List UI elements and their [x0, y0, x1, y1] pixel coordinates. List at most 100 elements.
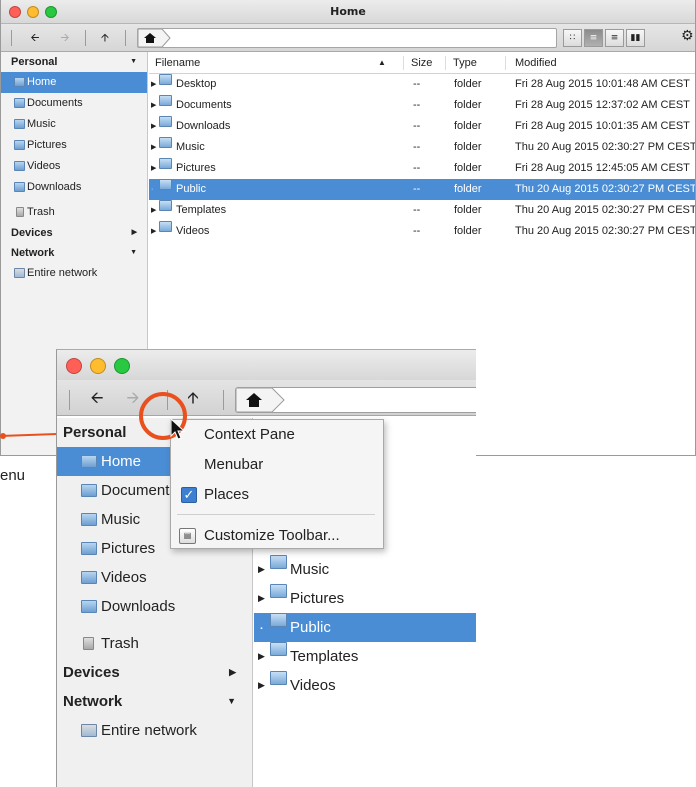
expander-icon[interactable]: ▶: [258, 642, 265, 671]
expander-icon[interactable]: ▶: [151, 116, 156, 137]
column-header: Filename ▲ Size Type Modified: [149, 52, 695, 74]
forward-button[interactable]: 🡪: [53, 28, 77, 48]
type-column-header[interactable]: Type: [453, 52, 477, 74]
home-folder-icon: [14, 77, 25, 87]
toolbar-context-menu: Context Pane Menubar ✓ Places ▤ Customiz…: [170, 419, 384, 549]
icon-view-button[interactable]: ∷: [563, 29, 582, 47]
table-row-selected[interactable]: · Public -- folder Thu 20 Aug 2015 02:30…: [149, 179, 695, 200]
sidebar-item-trash[interactable]: Trash: [57, 629, 252, 658]
path-bar[interactable]: [235, 387, 476, 413]
chevron-down-icon: ▼: [227, 696, 236, 706]
list-item[interactable]: ▶ Templates: [254, 642, 476, 671]
close-button[interactable]: [66, 358, 82, 374]
videos-folder-icon: [14, 161, 25, 171]
sidebar-item-documents[interactable]: Documents: [1, 93, 147, 114]
folder-icon: [270, 555, 287, 569]
folder-icon: [159, 158, 172, 169]
compact-view-button[interactable]: ≡: [605, 29, 624, 47]
table-row[interactable]: ▶ Templates -- folder Thu 20 Aug 2015 02…: [149, 200, 695, 221]
back-button[interactable]: 🡨: [85, 388, 109, 408]
close-button[interactable]: [9, 6, 21, 18]
sidebar-item-music[interactable]: Music: [1, 114, 147, 135]
home-crumb[interactable]: [236, 388, 286, 412]
checkbox-checked-icon[interactable]: ✓: [181, 487, 197, 503]
expander-icon[interactable]: ·: [151, 179, 153, 200]
size-column-header[interactable]: Size: [411, 52, 432, 74]
sidebar-item-pictures[interactable]: Pictures: [1, 135, 147, 156]
expander-icon[interactable]: ▶: [151, 158, 156, 179]
menu-item-customize-toolbar[interactable]: ▤ Customize Toolbar...: [171, 521, 383, 551]
column-view-button[interactable]: ▮▮: [626, 29, 645, 47]
maximize-button[interactable]: [114, 358, 130, 374]
sidebar-section-personal[interactable]: Personal ▼: [1, 52, 147, 72]
music-folder-icon: [81, 513, 97, 526]
expander-icon[interactable]: ▶: [151, 200, 156, 221]
sidebar-section-network[interactable]: Network ▼: [1, 243, 147, 263]
expander-icon[interactable]: ▶: [151, 95, 156, 116]
folder-icon: [159, 116, 172, 127]
mouse-cursor-icon: [170, 418, 186, 440]
sidebar-item-entire-network[interactable]: Entire network: [57, 716, 252, 745]
sidebar-item-home[interactable]: Home: [1, 72, 147, 93]
sidebar-item-downloads[interactable]: Downloads: [1, 177, 147, 198]
menu-item-context-pane[interactable]: Context Pane: [171, 420, 383, 450]
expander-icon[interactable]: ▶: [258, 555, 265, 584]
up-button[interactable]: 🡩: [93, 28, 117, 48]
expander-icon[interactable]: ▶: [151, 74, 156, 95]
back-arrow-icon: 🡨: [30, 31, 40, 44]
folder-icon: [270, 613, 287, 627]
menu-item-places[interactable]: ✓ Places: [171, 480, 383, 510]
list-item-selected[interactable]: · Public: [254, 613, 476, 642]
gear-icon[interactable]: ⚙: [681, 28, 694, 44]
sidebar-item-trash[interactable]: Trash: [1, 202, 147, 223]
list-item[interactable]: ▶ Pictures: [254, 584, 476, 613]
sidebar-item-videos[interactable]: Videos: [57, 563, 252, 592]
table-row[interactable]: ▶ Pictures -- folder Fri 28 Aug 2015 12:…: [149, 158, 695, 179]
home-folder-icon: [81, 455, 97, 468]
sidebar-item-videos[interactable]: Videos: [1, 156, 147, 177]
expander-icon[interactable]: ▶: [258, 671, 265, 700]
list-item[interactable]: ▶ Videos: [254, 671, 476, 700]
pictures-folder-icon: [14, 140, 25, 150]
toolbar: 🡨 🡪 🡩 ∷ ≡ ≡ ▮▮ ⚙: [1, 24, 695, 52]
table-row[interactable]: ▶ Downloads -- folder Fri 28 Aug 2015 10…: [149, 116, 695, 137]
path-bar[interactable]: [137, 28, 557, 48]
annotation-label: enu: [0, 467, 26, 484]
chevron-right-icon: ▶: [229, 667, 236, 677]
list-item[interactable]: ▶ Music: [254, 555, 476, 584]
back-button[interactable]: 🡨: [23, 28, 47, 48]
forward-arrow-icon: 🡪: [126, 388, 140, 407]
network-icon: [81, 724, 97, 737]
sidebar-item-entire-network[interactable]: Entire network: [1, 263, 147, 284]
chevron-down-icon: ▼: [130, 58, 137, 65]
expander-icon[interactable]: ▶: [151, 221, 156, 242]
modified-column-header[interactable]: Modified: [515, 52, 557, 74]
maximize-button[interactable]: [45, 6, 57, 18]
menu-item-menubar[interactable]: Menubar: [171, 450, 383, 480]
sidebar-section-devices[interactable]: Devices ▶: [57, 658, 252, 687]
table-row[interactable]: ▶ Videos -- folder Thu 20 Aug 2015 02:30…: [149, 221, 695, 242]
folder-icon: [159, 95, 172, 106]
table-row[interactable]: ▶ Documents -- folder Fri 28 Aug 2015 12…: [149, 95, 695, 116]
chevron-right-icon: ▶: [131, 229, 137, 236]
filename-column-header[interactable]: Filename: [155, 52, 200, 74]
minimize-button[interactable]: [27, 6, 39, 18]
up-arrow-icon: 🡩: [187, 388, 199, 407]
list-view-button[interactable]: ≡: [584, 29, 603, 47]
table-row[interactable]: ▶ Desktop -- folder Fri 28 Aug 2015 10:0…: [149, 74, 695, 95]
zoomed-window: 🡨 🡪 🡩 Personal Home Documents Music Pict…: [56, 349, 476, 787]
zoomed-title-bar: [57, 350, 476, 380]
music-folder-icon: [14, 119, 25, 129]
trash-icon: [16, 207, 24, 217]
expander-icon[interactable]: ▶: [151, 137, 156, 158]
sidebar-section-devices[interactable]: Devices ▶: [1, 223, 147, 243]
toolbar-divider: [85, 30, 86, 46]
chevron-down-icon: ▼: [130, 249, 137, 256]
sidebar-item-downloads[interactable]: Downloads: [57, 592, 252, 621]
minimize-button[interactable]: [90, 358, 106, 374]
home-crumb[interactable]: [138, 29, 172, 47]
expander-icon[interactable]: ▶: [258, 584, 265, 613]
table-row[interactable]: ▶ Music -- folder Thu 20 Aug 2015 02:30:…: [149, 137, 695, 158]
sidebar-section-network[interactable]: Network ▼: [57, 687, 252, 716]
expander-icon[interactable]: ·: [259, 613, 264, 642]
